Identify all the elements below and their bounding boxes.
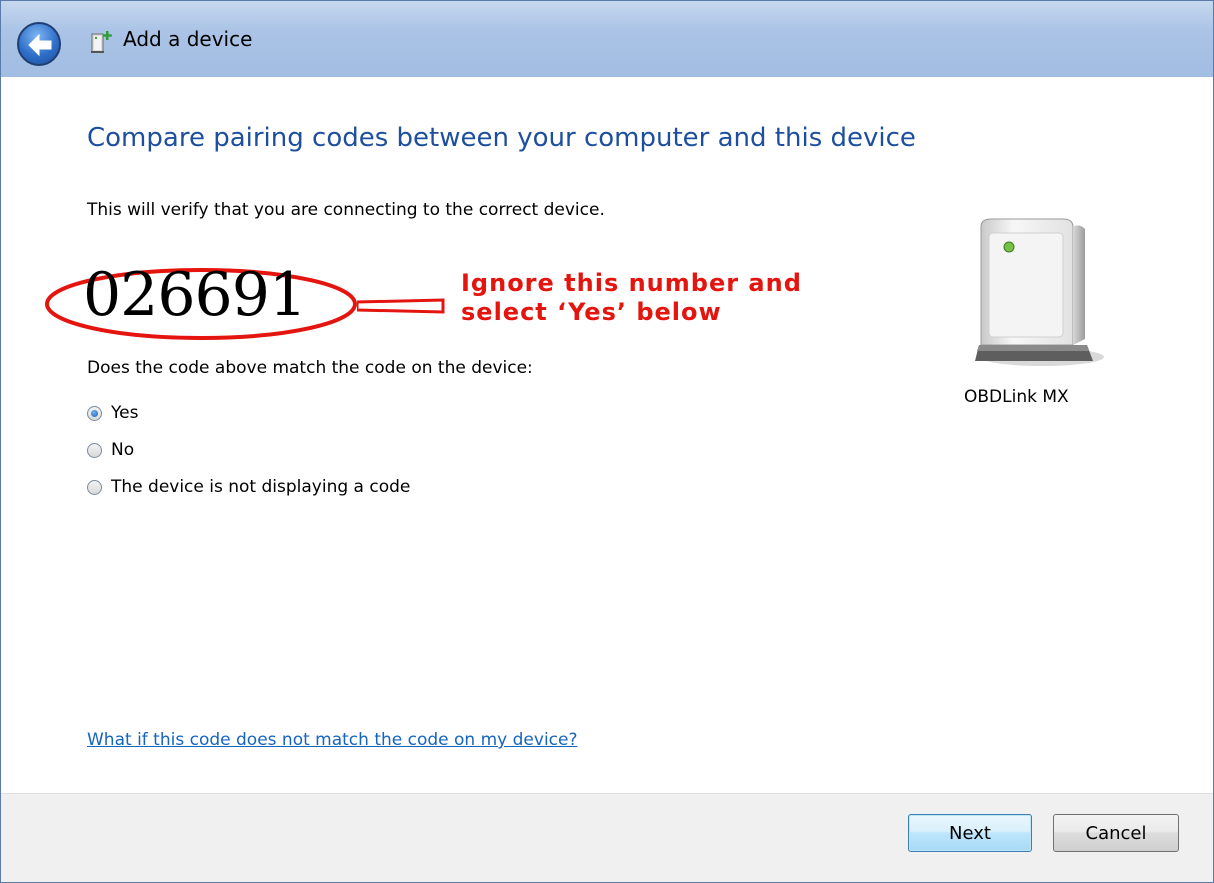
back-button[interactable]: [17, 22, 61, 66]
window-title: Add a device: [123, 27, 253, 51]
add-device-icon: [91, 31, 112, 53]
page-heading: Compare pairing codes between your compu…: [87, 123, 916, 153]
option-no-code[interactable]: The device is not displaying a code: [87, 477, 410, 497]
device-name: OBDLink MX: [964, 387, 1069, 407]
annotation-line-2: select ‘Yes’ below: [461, 298, 722, 326]
add-device-window: Add a device Compare pairing codes betwe…: [0, 0, 1214, 883]
radio-no[interactable]: [87, 442, 102, 458]
option-yes-label: Yes: [111, 403, 139, 423]
match-question: Does the code above match the code on th…: [87, 358, 533, 378]
page-subtitle: This will verify that you are connecting…: [87, 200, 605, 220]
pairing-code-area: 026691: [43, 260, 359, 342]
back-arrow-icon: [28, 33, 52, 57]
annotation-text: Ignore this number and select ‘Yes’ belo…: [461, 269, 802, 327]
radio-yes[interactable]: [87, 405, 102, 421]
annotation-connector: [357, 298, 445, 314]
title-bar: Add a device: [1, 1, 1213, 77]
option-no[interactable]: No: [87, 440, 134, 460]
option-no-label: No: [111, 440, 135, 460]
computer-tower-icon: [975, 218, 1104, 366]
wizard-content: Compare pairing codes between your compu…: [1, 77, 1213, 793]
wizard-footer: Next Cancel: [1, 793, 1213, 882]
option-no-code-label: The device is not displaying a code: [111, 477, 411, 497]
option-yes[interactable]: Yes: [87, 403, 138, 423]
pairing-code: 026691: [83, 260, 307, 330]
help-link[interactable]: What if this code does not match the cod…: [87, 730, 578, 750]
next-button[interactable]: Next: [908, 814, 1032, 852]
annotation-line-1: Ignore this number and: [461, 269, 802, 297]
radio-no-code[interactable]: [87, 479, 102, 495]
cancel-button[interactable]: Cancel: [1053, 814, 1179, 852]
